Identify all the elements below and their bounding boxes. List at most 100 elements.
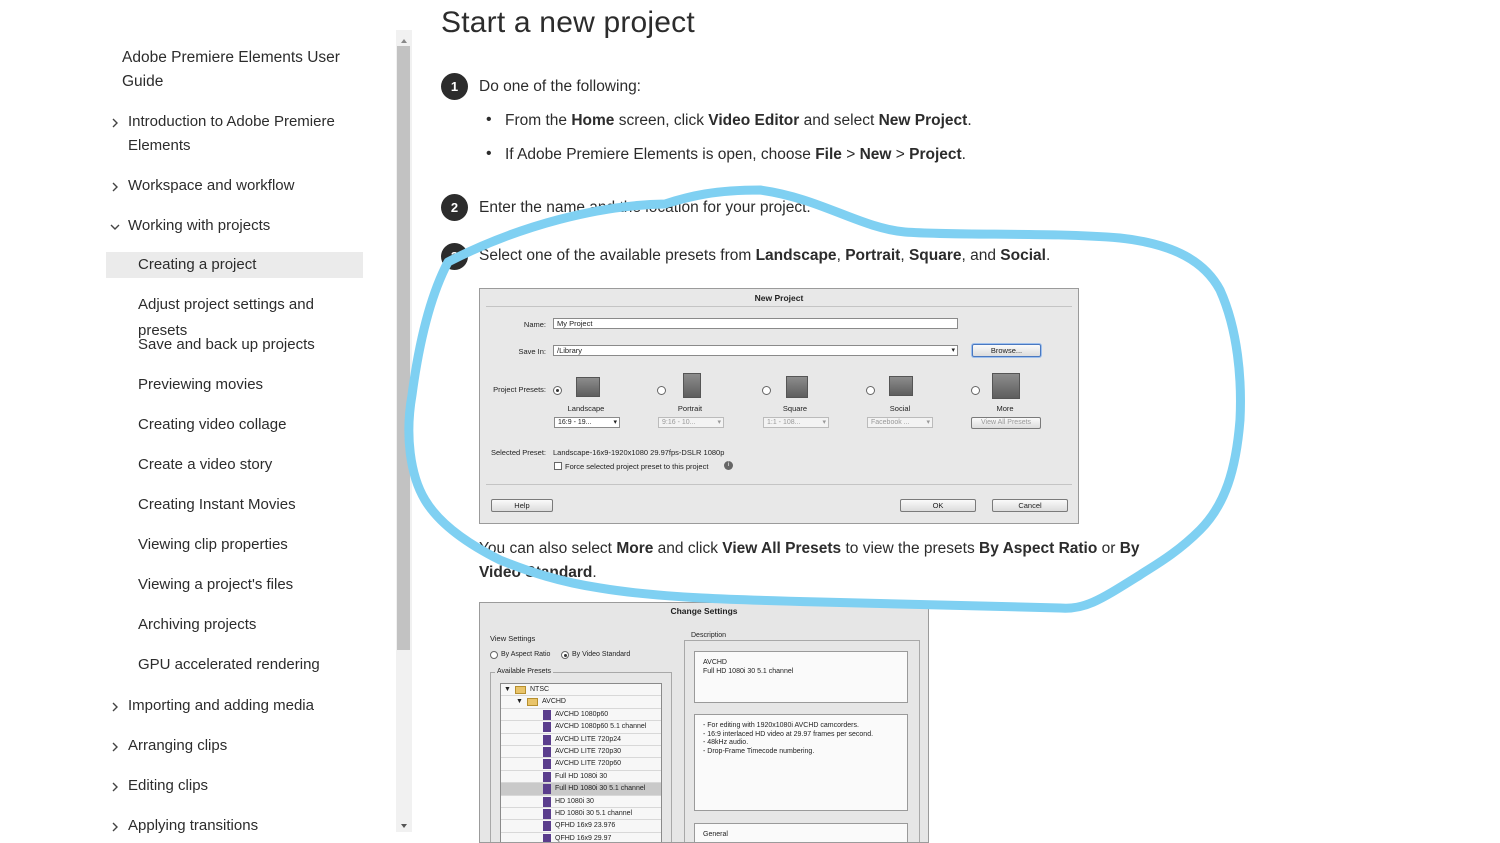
select-value: 1:1 - 108...: [767, 419, 801, 426]
save-in-select[interactable]: /Library ▾: [553, 345, 958, 356]
toc-item-importing[interactable]: Importing and adding media: [110, 694, 370, 718]
tree-row-preset[interactable]: AVCHD LITE 720p24: [501, 733, 661, 746]
tree-row-preset[interactable]: AVCHD 1080p60: [501, 708, 661, 722]
dropdown-arrow-icon: ▾: [822, 419, 826, 426]
folder-icon: [527, 698, 538, 707]
toc-item-transitions[interactable]: Applying transitions: [110, 814, 370, 838]
tree-row-preset[interactable]: QFHD 16x9 23.976: [501, 820, 661, 833]
change-settings-dialog-screenshot: Change Settings View Settings By Aspect …: [479, 602, 929, 843]
preset-file-icon: [543, 759, 551, 770]
by-video-standard-radio[interactable]: [561, 651, 569, 659]
tree-row-preset[interactable]: Full HD 1080i 30: [501, 770, 661, 784]
selected-preset-value: Landscape-16x9-1920x1080 29.97fps-DSLR 1…: [553, 448, 725, 457]
preset-more-radio[interactable]: [971, 386, 980, 395]
toc-item-workspace[interactable]: Workspace and workflow: [110, 174, 370, 198]
preset-file-icon: [543, 784, 551, 795]
expand-arrow-icon[interactable]: ▼: [516, 696, 523, 708]
name-label: Name:: [523, 320, 546, 329]
toc-root-link[interactable]: Adobe Premiere Elements User Guide: [122, 46, 352, 94]
tree-row-preset[interactable]: AVCHD 1080p60 5.1 channel: [501, 721, 661, 734]
preset-file-icon: [543, 771, 551, 782]
more-presets-note: You can also select More and click View …: [479, 540, 1140, 581]
tree-row-preset[interactable]: HD 1080i 30 5.1 channel: [501, 808, 661, 821]
presets-tree[interactable]: ▼ NTSC ▼ AVCHD AVCHD 1080p60 AVCHD 1080p60…: [500, 683, 662, 842]
tree-label: QFHD 16x9 29.97: [555, 834, 612, 842]
scrollbar-thumb[interactable]: [397, 46, 410, 650]
toc-subitem-previewing[interactable]: Previewing movies: [106, 372, 363, 398]
scroll-up-arrow-icon[interactable]: [399, 33, 409, 43]
toc-item-introduction[interactable]: Introduction to Adobe Premiere Elements: [110, 110, 370, 158]
toc-subitem-video-collage[interactable]: Creating video collage: [106, 412, 363, 438]
preset-description-box: - For editing with 1920x1080i AVCHD camc…: [694, 714, 908, 811]
ok-button[interactable]: OK: [900, 499, 976, 512]
tree-label: AVCHD: [542, 698, 566, 706]
preset-file-icon: [543, 747, 551, 757]
preset-square-radio[interactable]: [762, 386, 771, 395]
chevron-right-icon: [110, 694, 128, 712]
tree-row-avchd[interactable]: ▼ AVCHD: [501, 696, 661, 709]
by-aspect-ratio-label: By Aspect Ratio: [501, 651, 551, 658]
toc-item-editing[interactable]: Editing clips: [110, 774, 370, 798]
force-preset-checkbox[interactable]: [554, 462, 562, 470]
divider: [486, 484, 1072, 485]
landscape-preset-select[interactable]: 16:9 - 19... ▾: [554, 417, 620, 428]
tree-label: QFHD 16x9 23.976: [555, 822, 616, 830]
tree-label: NTSC: [530, 686, 550, 693]
toc-item-label: Introduction to Adobe Premiere Elements: [128, 113, 335, 154]
social-preset-select[interactable]: Facebook ... ▾: [867, 417, 933, 428]
browse-button[interactable]: Browse...: [972, 344, 1041, 357]
portrait-preset-select[interactable]: 9:16 - 10... ▾: [658, 417, 724, 428]
square-preset-select[interactable]: 1:1 - 108... ▾: [763, 417, 829, 428]
chevron-right-icon: [110, 110, 128, 128]
force-preset-label: Force selected project preset to this pr…: [565, 462, 709, 471]
dropdown-arrow-icon: ▾: [926, 419, 930, 426]
sidebar-scrollbar[interactable]: [396, 30, 412, 832]
view-all-presets-button[interactable]: View All Presets: [971, 417, 1041, 429]
toc-item-label: Workspace and workflow: [128, 177, 295, 194]
tree-row-preset[interactable]: QFHD 16x9 29.97: [501, 832, 661, 842]
tree-row-preset[interactable]: HD 1080i 30: [501, 795, 661, 808]
toc-item-working-with-projects[interactable]: Working with projects: [110, 214, 370, 238]
tree-label: AVCHD 1080p60: [555, 710, 609, 718]
toc-subitem-save-backup[interactable]: Save and back up projects: [106, 332, 363, 358]
general-box: General: [694, 823, 908, 842]
toc-subitem-gpu-rendering[interactable]: GPU accelerated rendering: [106, 652, 363, 678]
landscape-preset-icon: [576, 377, 600, 397]
help-button[interactable]: Help: [491, 499, 553, 512]
project-name-field[interactable]: My Project: [553, 318, 958, 329]
toc-subitem-project-files[interactable]: Viewing a project's files: [106, 572, 363, 598]
toc-item-arranging[interactable]: Arranging clips: [110, 734, 370, 758]
desc-line: - Drop-Frame Timecode numbering.: [703, 747, 815, 755]
tree-row-ntsc[interactable]: ▼ NTSC: [501, 684, 661, 697]
save-in-value: /Library: [557, 346, 583, 355]
by-aspect-ratio-radio[interactable]: [490, 651, 498, 659]
tree-label: AVCHD LITE 720p30: [555, 748, 622, 755]
toc-subitem-archiving[interactable]: Archiving projects: [106, 612, 363, 638]
scroll-down-arrow-icon[interactable]: [399, 818, 409, 828]
toc-subitem-adjust-settings[interactable]: Adjust project settings and presets: [106, 292, 363, 339]
toc-subitem-instant-movies[interactable]: Creating Instant Movies: [106, 492, 363, 518]
preset-file-icon: [543, 722, 551, 733]
tree-row-preset[interactable]: AVCHD LITE 720p30: [501, 746, 661, 759]
divider: [486, 306, 1072, 307]
preset-social-radio[interactable]: [866, 386, 875, 395]
preset-landscape-radio[interactable]: [553, 386, 562, 395]
social-preset-icon: [889, 376, 913, 396]
dropdown-arrow-icon: ▾: [613, 419, 617, 426]
tree-row-preset-selected[interactable]: Full HD 1080i 30 5.1 channel: [501, 783, 661, 796]
toc-subitem-video-story[interactable]: Create a video story: [106, 452, 363, 478]
info-icon[interactable]: i: [724, 461, 733, 470]
expand-arrow-icon[interactable]: ▼: [504, 684, 511, 696]
step-1-bullet-home: From the Home screen, click Video Editor…: [486, 111, 972, 130]
toc-subitem-clip-properties[interactable]: Viewing clip properties: [106, 532, 363, 558]
step-3-badge: 3: [441, 243, 468, 270]
tree-label: AVCHD LITE 720p24: [555, 735, 622, 743]
description-label: Description: [689, 632, 729, 639]
cancel-button[interactable]: Cancel: [992, 499, 1068, 512]
desc-line: Full HD 1080i 30 5.1 channel: [703, 667, 794, 675]
preset-portrait-radio[interactable]: [657, 386, 666, 395]
toc-item-label: Arranging clips: [128, 737, 228, 754]
toc-sidebar: Adobe Premiere Elements User Guide Intro…: [0, 0, 395, 843]
toc-subitem-creating-a-project[interactable]: Creating a project: [106, 252, 363, 278]
tree-row-preset[interactable]: AVCHD LITE 720p60: [501, 758, 661, 771]
